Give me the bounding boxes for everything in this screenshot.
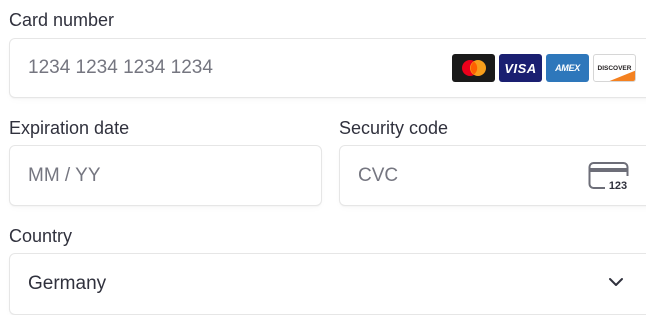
expiration-date-input[interactable] (10, 146, 321, 205)
discover-icon: DISCOVER (593, 54, 636, 82)
mastercard-icon (452, 54, 495, 82)
security-code-label: Security code (339, 118, 449, 138)
expiration-date-field[interactable] (9, 145, 322, 206)
chevron-down-icon[interactable] (607, 276, 625, 288)
discover-label: DISCOVER (597, 64, 632, 72)
country-label: Country (9, 226, 73, 246)
security-code-input[interactable] (340, 146, 560, 205)
amex-icon: AMEX (546, 54, 589, 82)
visa-icon: VISA (499, 54, 542, 82)
country-select[interactable]: Germany (9, 253, 646, 315)
cvc-card-icon: 123 (588, 162, 632, 192)
card-number-input[interactable] (10, 39, 430, 97)
card-number-field[interactable]: VISA AMEX DISCOVER (9, 38, 646, 98)
cvc-icon-text: 123 (609, 180, 627, 192)
expiration-date-label: Expiration date (9, 118, 130, 138)
card-brands: VISA AMEX DISCOVER (452, 54, 636, 82)
card-number-label: Card number (9, 10, 115, 30)
country-value: Germany (28, 273, 107, 294)
security-code-field[interactable]: 123 (339, 145, 646, 206)
